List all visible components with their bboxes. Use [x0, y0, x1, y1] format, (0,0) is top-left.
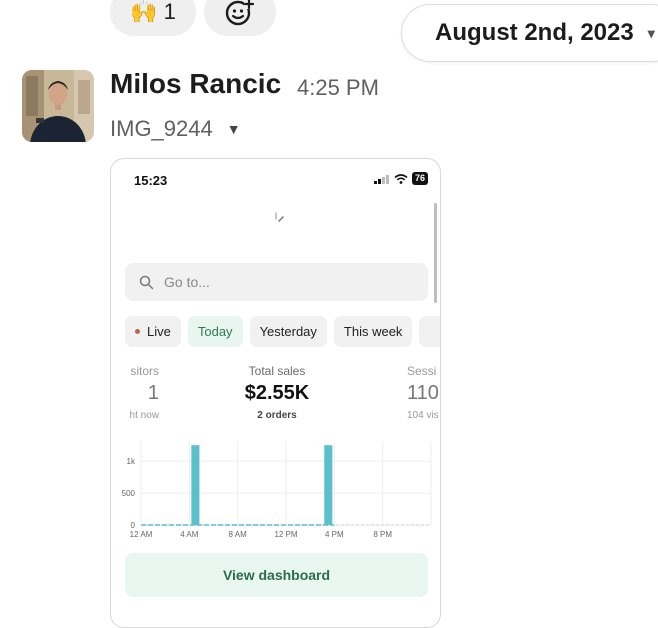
x-tick-label: 12 PM	[274, 530, 297, 539]
chip-label: Live	[147, 324, 171, 339]
wifi-icon	[394, 173, 408, 184]
phone-status-time: 15:23	[134, 173, 168, 188]
add-reaction-button[interactable]	[204, 0, 276, 36]
attachment-name: IMG_9244	[110, 116, 213, 141]
author-name[interactable]: Milos Rancic	[110, 68, 281, 100]
x-tick-label: 4 PM	[325, 530, 344, 539]
x-tick-label: 4 AM	[180, 530, 199, 539]
metric-sub: 2 orders	[257, 410, 297, 421]
chip-this-week[interactable]: This week	[333, 316, 413, 347]
metric-label: Total sales	[248, 364, 306, 378]
y-tick-label: 0	[131, 521, 136, 530]
battery-icon: 76	[411, 172, 428, 185]
reaction-raised-hands[interactable]: 🙌 1	[110, 0, 196, 36]
metric-value: $2.55K	[244, 382, 310, 404]
date-filter-chips: Live Today Yesterday This week	[125, 316, 440, 347]
chip-live[interactable]: Live	[125, 316, 181, 347]
metric-sub: 104 vis	[407, 410, 439, 421]
add-reaction-icon	[225, 0, 255, 26]
chart-bar	[191, 445, 200, 525]
loading-spinner-icon	[275, 212, 284, 222]
cellular-signal-icon	[373, 174, 389, 184]
metric-value: 1	[147, 382, 159, 404]
message-timestamp[interactable]: 4:25 PM	[297, 75, 379, 101]
date-label: August 2nd, 2023	[435, 19, 634, 46]
metric-sessions[interactable]: Sessi 110 104 vis	[407, 364, 440, 421]
metric-total-sales[interactable]: Total sales $2.55K 2 orders	[215, 364, 339, 421]
user-photo	[22, 70, 94, 142]
chip-label: Yesterday	[259, 324, 317, 339]
chip-today[interactable]: Today	[187, 316, 243, 347]
phone-search-input[interactable]	[164, 274, 404, 290]
chart-bar	[324, 445, 333, 525]
view-dashboard-button[interactable]: View dashboard	[125, 553, 428, 597]
raised-hands-icon: 🙌	[130, 0, 158, 24]
metric-value: 110	[407, 382, 439, 404]
phone-search-bar[interactable]	[125, 263, 428, 301]
x-tick-label: 8 AM	[229, 530, 248, 539]
avatar[interactable]	[22, 70, 94, 142]
live-dot-icon	[135, 329, 140, 334]
phone-status-icons: 76	[373, 172, 428, 185]
chevron-down-icon: ▾	[647, 24, 655, 41]
date-divider-button[interactable]: August 2nd, 2023 ▾	[401, 4, 658, 62]
chip-yesterday[interactable]: Yesterday	[249, 316, 327, 347]
image-attachment[interactable]: 15:23 76 Live Today	[110, 158, 441, 628]
metric-visitors[interactable]: sitors 1 ht now	[111, 364, 159, 421]
metric-label: sitors	[130, 364, 159, 378]
search-icon	[139, 275, 154, 289]
chip-label: Today	[197, 324, 233, 339]
phone-scrollbar	[434, 203, 437, 303]
attachment-title[interactable]: IMG_9244 ▼	[110, 116, 241, 142]
metric-label: Sessi	[407, 364, 437, 378]
reaction-count: 1	[163, 0, 176, 24]
chip-overflow[interactable]	[419, 316, 440, 347]
x-tick-label: 12 AM	[130, 530, 153, 539]
chip-label: This week	[343, 324, 403, 339]
x-tick-label: 8 PM	[373, 530, 392, 539]
caret-down-icon[interactable]: ▼	[227, 121, 241, 137]
y-tick-label: 500	[122, 489, 136, 498]
metric-sub: ht now	[129, 410, 159, 421]
sales-chart: 1k 500 012 AM 4 AM 8 AM 12 PM 4 PM 8 PM	[122, 442, 432, 539]
y-tick-label: 1k	[127, 457, 136, 466]
